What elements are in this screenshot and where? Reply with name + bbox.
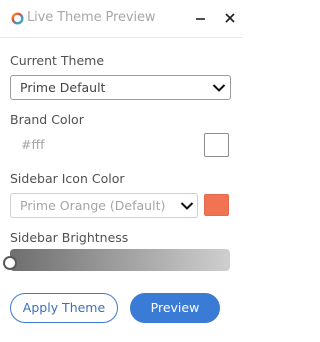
chevron-down-icon [180,202,194,210]
chevron-down-icon [212,84,226,92]
sidebar-icon-color-value: Prime Orange (Default) [20,198,166,213]
close-icon [225,13,235,23]
close-button[interactable] [220,8,240,28]
sidebar-brightness-slider[interactable] [10,249,230,271]
current-theme-label: Current Theme [10,53,105,68]
current-theme-select[interactable]: Prime Default [10,75,231,100]
current-theme-value: Prime Default [20,80,106,95]
minimize-button[interactable] [191,8,211,28]
minimize-icon [196,18,205,20]
preview-button[interactable]: Preview [130,293,220,323]
brand-color-label: Brand Color [10,112,84,127]
brand-color-swatch[interactable] [204,133,229,157]
color-wheel-icon [11,12,24,25]
slider-thumb[interactable] [3,256,17,270]
sidebar-icon-color-select[interactable]: Prime Orange (Default) [10,193,198,218]
sidebar-icon-color-label: Sidebar Icon Color [10,171,125,186]
theme-preview-panel: Live Theme Preview Current Theme Prime D… [0,0,243,342]
sidebar-icon-color-swatch[interactable] [204,194,229,216]
window-title: Live Theme Preview [27,10,156,25]
title-bar: Live Theme Preview [0,0,243,38]
brand-color-input[interactable]: #fff [21,137,45,152]
sidebar-brightness-label: Sidebar Brightness [10,230,129,245]
apply-theme-button[interactable]: Apply Theme [10,293,118,323]
